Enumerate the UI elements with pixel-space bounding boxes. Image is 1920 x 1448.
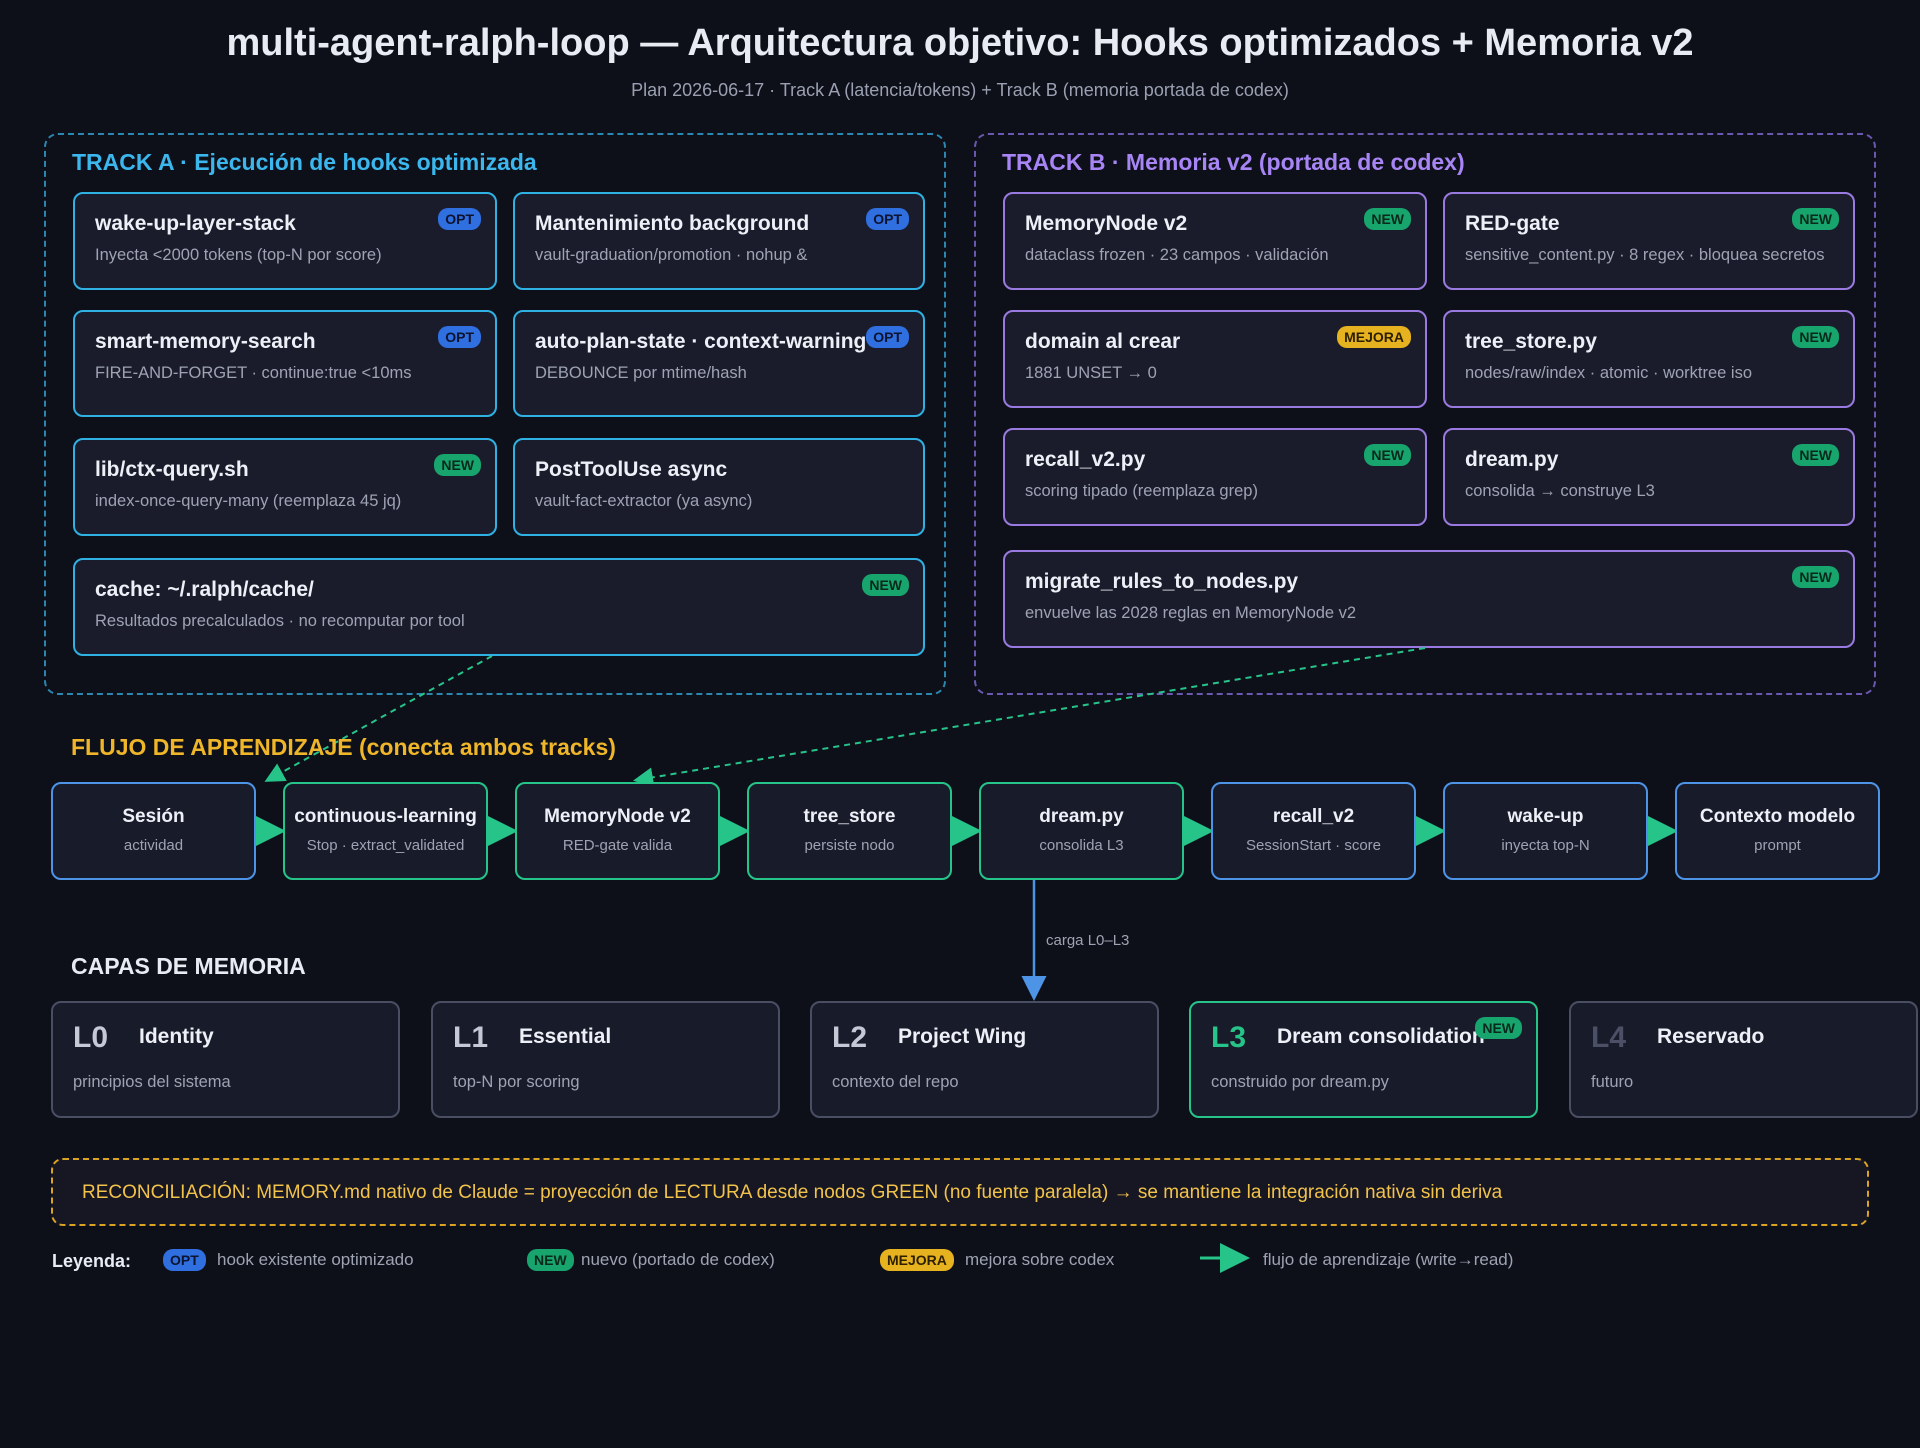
connector-layer (256, 647, 1678, 1273)
flow-node-name: Contexto modelo (1699, 806, 1856, 827)
flow-node-name: Sesión (122, 806, 185, 827)
flow-node-recall-v2[interactable]: recall_v2 SessionStart · score (1211, 782, 1416, 880)
track-b-to-flow-arrow (633, 647, 1426, 788)
flow-node-memorynode[interactable]: MemoryNode v2 RED-gate valida (515, 782, 720, 880)
load-layers-label: carga L0–L3 (1046, 932, 1130, 949)
flow-title: FLUJO DE APRENDIZAJE (conecta ambos trac… (71, 734, 616, 760)
reconciliation-note: RECONCILIACIÓN: MEMORY.md nativo de Clau… (51, 1158, 1869, 1226)
layer-desc: top-N por scoring (453, 1073, 580, 1091)
flow-node-sub: consolida L3 (1039, 837, 1124, 854)
layer-desc: contexto del repo (832, 1073, 959, 1091)
layer-desc: principios del sistema (73, 1073, 231, 1091)
flow-node-sub: actividad (123, 837, 184, 854)
flow-node-sub: Stop · extract_validated (306, 837, 465, 854)
layer-name: Project Wing (898, 1025, 1027, 1048)
layer-name: Reservado (1657, 1025, 1765, 1048)
layer-code: L1 (453, 1021, 489, 1054)
layer-l0[interactable]: L0 Identity principios del sistema (51, 1001, 400, 1118)
layer-name: Essential (519, 1025, 612, 1048)
legend-opt-text: hook existente optimizado (217, 1250, 414, 1269)
layer-l3[interactable]: L3 Dream consolidation construido por dr… (1189, 1001, 1538, 1118)
flow-node-sub: persiste nodo (804, 837, 895, 854)
flow-node-sub: SessionStart · score (1245, 837, 1382, 854)
flow-node-name: continuous-learning (294, 806, 477, 827)
flow-node-sub: prompt (1754, 837, 1801, 854)
layer-name: Identity (139, 1025, 214, 1048)
legend-opt-badge: OPT (163, 1249, 206, 1271)
layer-desc: futuro (1591, 1073, 1634, 1091)
legend-flow-text: flujo de aprendizaje (write→read) (1263, 1250, 1514, 1269)
flow-node-sub: RED-gate valida (562, 837, 673, 854)
flow-node-sub: inyecta top-N (1501, 837, 1590, 854)
flow-node-name: dream.py (1039, 806, 1124, 827)
layer-name: Dream consolidation (1277, 1025, 1485, 1048)
layer-code: L0 (73, 1021, 109, 1054)
flow-node-continuous-learning[interactable]: continuous-learning Stop · extract_valid… (283, 782, 488, 880)
reconciliation-text: RECONCILIACIÓN: MEMORY.md nativo de Clau… (82, 1182, 1503, 1203)
legend-new-text: nuevo (portado de codex) (581, 1250, 775, 1269)
legend-new-badge: NEW (527, 1249, 574, 1271)
track-a-to-flow-arrow (264, 655, 493, 782)
layer-l4[interactable]: L4 Reservado futuro (1569, 1001, 1918, 1118)
flow-node-wake-up[interactable]: wake-up inyecta top-N (1443, 782, 1648, 880)
flow-node-tree-store[interactable]: tree_store persiste nodo (747, 782, 952, 880)
layer-l2[interactable]: L2 Project Wing contexto del repo (810, 1001, 1159, 1118)
legend-label: Leyenda: (52, 1251, 132, 1271)
layer-code: L4 (1591, 1021, 1627, 1054)
flow-node-dream[interactable]: dream.py consolida L3 (979, 782, 1184, 880)
legend-mejora-badge: MEJORA (880, 1249, 954, 1271)
layers-title: CAPAS DE MEMORIA (71, 953, 306, 979)
layer-desc: construido por dream.py (1211, 1073, 1389, 1091)
flow-node-name: tree_store (803, 806, 896, 827)
flow-node-name: recall_v2 (1272, 806, 1355, 827)
flow-node-name: wake-up (1507, 806, 1584, 827)
flow-node-sesion[interactable]: Sesión actividad (51, 782, 256, 880)
layer-code: L2 (832, 1021, 868, 1054)
layer-code: L3 (1211, 1021, 1247, 1054)
flow-node-contexto-modelo[interactable]: Contexto modelo prompt (1675, 782, 1880, 880)
flow-node-name: MemoryNode v2 (544, 806, 691, 827)
new-badge: NEW (1475, 1017, 1522, 1039)
layer-l1[interactable]: L1 Essential top-N por scoring (431, 1001, 780, 1118)
legend-mejora-text: mejora sobre codex (965, 1250, 1115, 1269)
